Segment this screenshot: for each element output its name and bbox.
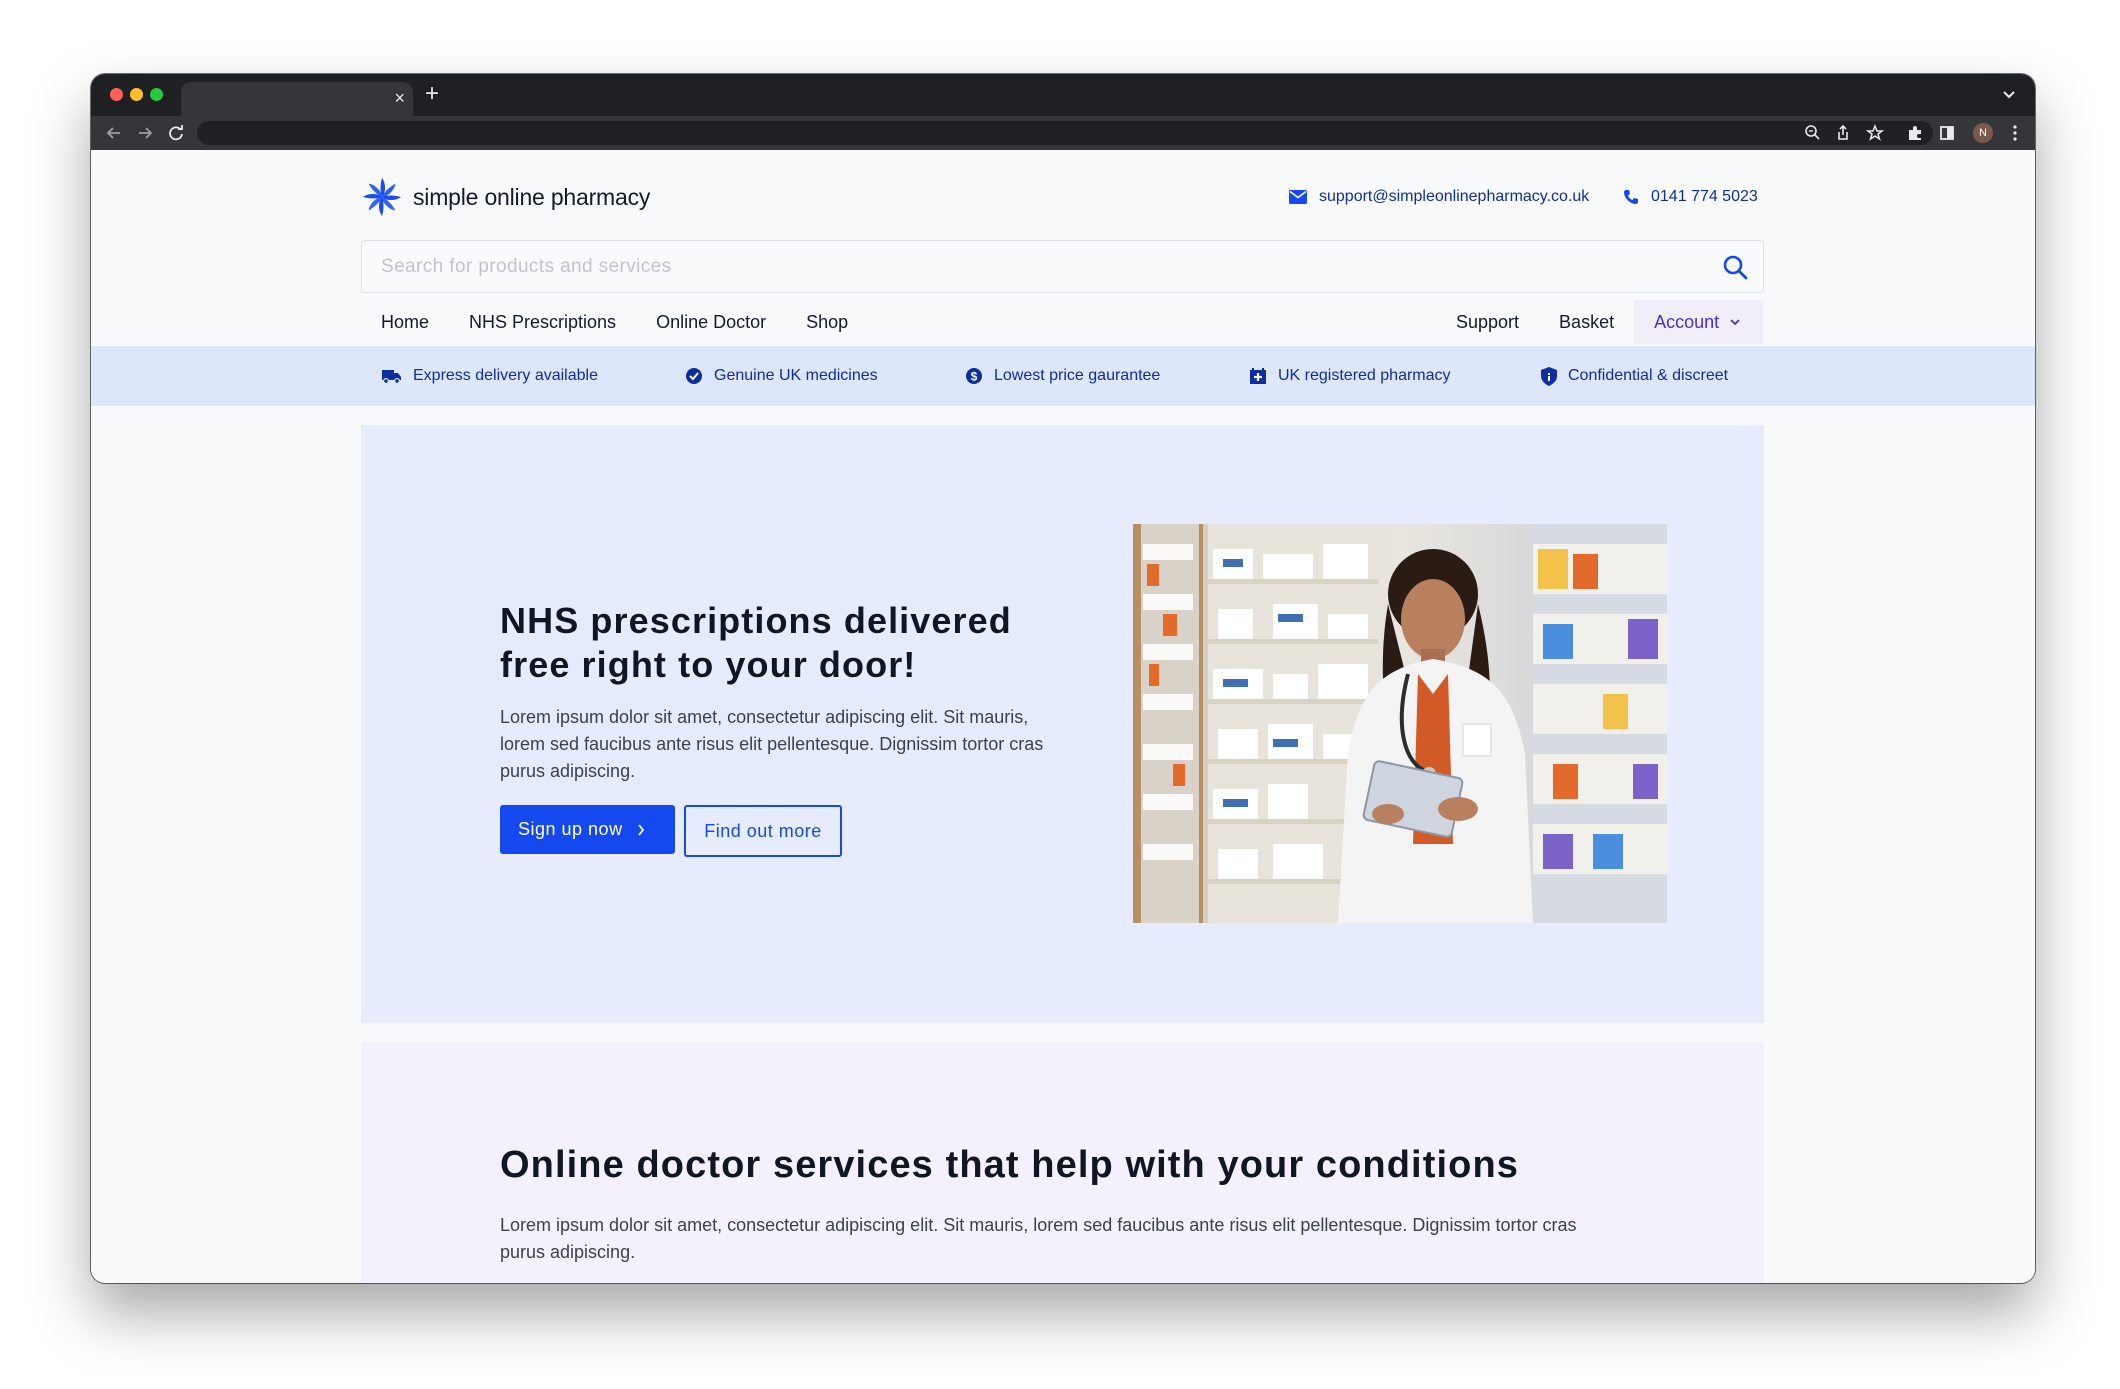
usp-item: UK registered pharmacy — [1249, 346, 1451, 406]
doctor-section-description: Lorem ipsum dolor sit amet, consectetur … — [500, 1215, 1577, 1262]
bookmark-star-icon[interactable] — [1865, 123, 1885, 143]
back-arrow-icon[interactable] — [103, 122, 125, 144]
pharmacy-cross-icon — [1250, 368, 1266, 384]
nav-item-home[interactable]: Home — [361, 300, 449, 344]
check-badge-icon — [686, 368, 702, 384]
browser-titlebar: × + — [91, 74, 2035, 116]
tab-close-icon[interactable]: × — [394, 88, 405, 108]
truck-icon — [382, 369, 401, 384]
web-page: simple online pharmacy support@simpleonl… — [91, 150, 2035, 1283]
address-bar[interactable] — [197, 121, 1933, 145]
usp-bar: Express delivery available Genuine UK me… — [91, 346, 2035, 406]
utility-nav: Support Basket Account — [1436, 300, 1764, 344]
search-bar — [361, 240, 1764, 293]
phone-icon — [1624, 190, 1638, 204]
chevron-down-icon — [1730, 319, 1740, 326]
side-panel-icon[interactable] — [1937, 123, 1957, 143]
dollar-coin-icon: $ — [966, 368, 982, 384]
find-out-more-button[interactable]: Find out more — [684, 805, 842, 857]
reload-icon[interactable] — [165, 122, 187, 144]
forward-arrow-icon[interactable] — [134, 122, 156, 144]
profile-avatar[interactable]: N — [1973, 123, 1993, 143]
main-nav: Home NHS Prescriptions Online Doctor Sho… — [361, 300, 868, 344]
online-doctor-section: Online doctor services that help with yo… — [361, 1042, 1764, 1283]
nav-item-basket[interactable]: Basket — [1539, 300, 1634, 344]
logo-text: simple online pharmacy — [413, 183, 651, 210]
pharmacist-photo-illustration — [1133, 524, 1667, 923]
shield-icon — [1541, 366, 1557, 386]
hero-title: NHS prescriptions delivered free right t… — [500, 600, 1012, 685]
flower-logo-icon — [363, 178, 401, 216]
chevron-down-icon[interactable] — [1999, 84, 2019, 104]
contact-phone-link[interactable]: 0141 774 5023 — [1623, 188, 1758, 206]
doctor-section-title: Online doctor services that help with yo… — [500, 1144, 1519, 1186]
site-logo[interactable]: simple online pharmacy — [361, 176, 650, 218]
usp-label: Confidential & discreet — [1568, 367, 1729, 384]
svg-text:$: $ — [971, 370, 978, 384]
chevron-right-icon — [637, 823, 644, 836]
usp-item: $ Lowest price gaurantee — [965, 346, 1160, 406]
envelope-icon — [1289, 190, 1307, 204]
nav-item-online-doctor[interactable]: Online Doctor — [636, 300, 786, 344]
hero-description: Lorem ipsum dolor sit amet, consectetur … — [500, 707, 1044, 781]
maximize-window-button[interactable] — [150, 88, 163, 101]
minimize-window-button[interactable] — [130, 88, 143, 101]
usp-label: Lowest price gaurantee — [994, 367, 1161, 384]
usp-item: Confidential & discreet — [1541, 346, 1728, 406]
usp-item: Express delivery available — [382, 346, 598, 406]
share-icon[interactable] — [1833, 123, 1853, 143]
pharmacist-photo — [1133, 524, 1667, 923]
account-dropdown[interactable]: Account — [1634, 300, 1764, 344]
browser-toolbar: N — [91, 116, 2035, 150]
close-window-button[interactable] — [110, 88, 123, 101]
search-icon[interactable] — [1722, 254, 1749, 281]
contact-email: support@simpleonlinepharmacy.co.uk — [1319, 188, 1590, 205]
hero-section: NHS prescriptions delivered free right t… — [361, 425, 1764, 1023]
search-input[interactable] — [362, 241, 1763, 292]
sign-up-button[interactable]: Sign up now — [500, 805, 675, 854]
browser-window: × + N simple online pharmacy support@sim… — [91, 74, 2035, 1283]
nav-item-nhs-prescriptions[interactable]: NHS Prescriptions — [449, 300, 636, 344]
usp-item: Genuine UK medicines — [685, 346, 878, 406]
contact-phone: 0141 774 5023 — [1651, 188, 1758, 205]
zoom-icon[interactable] — [1803, 123, 1823, 143]
sign-up-label: Sign up now — [518, 819, 623, 839]
extensions-puzzle-icon[interactable] — [1905, 123, 1925, 143]
contact-email-link[interactable]: support@simpleonlinepharmacy.co.uk — [1289, 188, 1589, 206]
browser-tab[interactable]: × — [181, 82, 413, 116]
nav-item-shop[interactable]: Shop — [786, 300, 868, 344]
new-tab-button[interactable]: + — [425, 80, 439, 108]
menu-dots-icon[interactable] — [2005, 123, 2025, 143]
usp-label: Express delivery available — [413, 367, 598, 384]
account-label: Account — [1654, 312, 1720, 332]
nav-item-support[interactable]: Support — [1436, 300, 1539, 344]
usp-label: Genuine UK medicines — [714, 367, 878, 384]
usp-label: UK registered pharmacy — [1278, 367, 1451, 384]
